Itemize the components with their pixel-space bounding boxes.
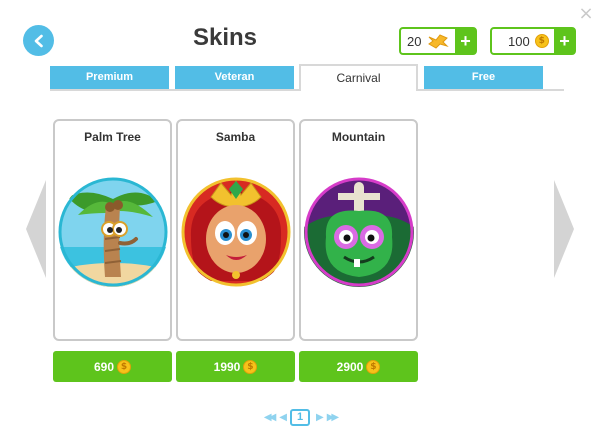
- coin-icon: $: [117, 359, 132, 374]
- close-icon[interactable]: ×: [578, 5, 594, 23]
- tickets-amount: 20: [407, 33, 422, 49]
- back-button[interactable]: [23, 25, 54, 56]
- chevron-left-icon: [34, 34, 43, 47]
- next-page-icon[interactable]: ▶: [316, 412, 324, 423]
- skin-category-tabs: Premium Veteran Carnival Free: [50, 64, 564, 91]
- coin-icon: $: [366, 359, 381, 374]
- first-page-icon[interactable]: ◀◀: [264, 412, 277, 423]
- ticket-icon: [428, 34, 450, 49]
- skin-card-samba[interactable]: Samba: [176, 119, 295, 341]
- palm-tree-avatar: [58, 177, 168, 287]
- current-page-number[interactable]: 1: [290, 408, 310, 426]
- add-coins-button[interactable]: +: [554, 28, 575, 54]
- arrow-right-icon[interactable]: [554, 180, 574, 278]
- buy-mountain-button[interactable]: 2900 $: [299, 351, 418, 382]
- samba-avatar: [181, 177, 291, 287]
- coin-icon: $: [534, 34, 549, 48]
- skin-name: Palm Tree: [84, 130, 141, 144]
- tickets-balance: 20 +: [399, 27, 477, 55]
- prev-page-icon[interactable]: ◀: [279, 412, 287, 423]
- buy-samba-button[interactable]: 1990 $: [176, 351, 295, 382]
- pagination: ◀◀ ◀ 1 ▶ ▶▶: [250, 408, 350, 426]
- page-title: Skins: [192, 24, 258, 51]
- add-tickets-button[interactable]: +: [455, 28, 476, 54]
- skin-card-mountain[interactable]: Mountain: [299, 119, 418, 341]
- mountain-avatar: [304, 177, 414, 287]
- price-label: 2900: [336, 359, 364, 374]
- coins-balance: 100 $ +: [490, 27, 576, 55]
- tab-premium[interactable]: Premium: [50, 66, 169, 89]
- price-label: 1990: [213, 359, 241, 374]
- buy-palm-tree-button[interactable]: 690 $: [53, 351, 172, 382]
- coins-amount: 100: [508, 33, 530, 49]
- skin-card-palm-tree[interactable]: Palm Tree: [53, 119, 172, 341]
- tab-veteran[interactable]: Veteran: [175, 66, 294, 89]
- last-page-icon[interactable]: ▶▶: [327, 412, 340, 423]
- skin-name: Mountain: [331, 130, 386, 144]
- coin-icon: $: [243, 359, 258, 374]
- arrow-left-icon[interactable]: [26, 180, 46, 278]
- skin-name: Samba: [215, 130, 256, 144]
- tab-carnival[interactable]: Carnival: [299, 64, 418, 91]
- tab-free[interactable]: Free: [424, 66, 543, 89]
- price-label: 690: [93, 359, 115, 374]
